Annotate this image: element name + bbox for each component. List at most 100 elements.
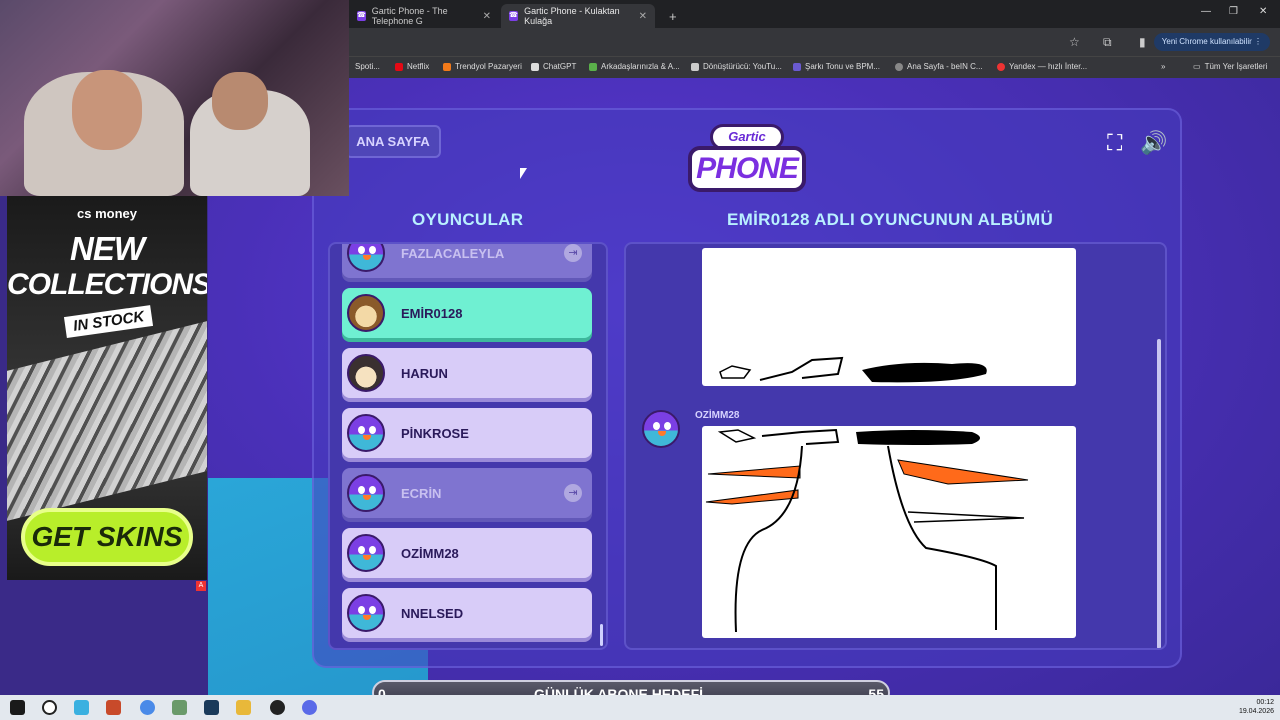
steam-icon[interactable] [204, 700, 219, 715]
album-title: EMİR0128 ADLI OYUNCUNUN ALBÜMÜ [727, 210, 1054, 229]
search-icon[interactable] [42, 700, 57, 715]
bookmark-label: Ana Sayfa - beIN C... [907, 62, 983, 71]
menu-dots-icon[interactable]: ⋮ [1254, 37, 1262, 46]
bookmark-label: Trendyol Pazaryeri [455, 62, 522, 71]
games-icon [589, 62, 597, 71]
player-row[interactable]: ECRİN ⇥ [342, 468, 592, 518]
discord-icon[interactable] [302, 700, 317, 715]
player-name: OZİMM28 [401, 545, 459, 561]
gartic-phone-logo: Gartic PHONE [688, 124, 806, 196]
get-skins-button[interactable]: GET SKINS [21, 508, 193, 566]
streamer-face [212, 72, 268, 130]
mouse-cursor-icon [520, 168, 527, 179]
chatgpt-icon [531, 62, 539, 71]
album-panel[interactable]: OZİMM28 [624, 242, 1167, 650]
bookmark-item[interactable]: Spoti... [355, 62, 380, 71]
minimize-icon[interactable]: — [1201, 6, 1211, 17]
album-author-name: OZİMM28 [695, 410, 740, 421]
restore-icon[interactable]: ❐ [1229, 6, 1238, 17]
all-bookmarks[interactable]: ▭ Tüm Yer İşaretleri [1193, 62, 1267, 71]
tab-title: Gartic Phone - The Telephone G [371, 6, 448, 26]
browser-tab-strip: ☎ Gartic Phone - The Telephone G ✕ ☎ Gar… [349, 0, 1280, 28]
windows-start-icon[interactable] [10, 700, 25, 715]
system-clock[interactable]: 00:12 19.04.2026 [1239, 698, 1274, 716]
left-game-icon: ⇥ [564, 484, 582, 502]
chevron-right-icon[interactable]: » [1161, 62, 1165, 71]
drawing-sketch [719, 356, 987, 383]
bird-avatar-icon [347, 594, 385, 632]
extensions-icon[interactable]: ⧉ [1103, 35, 1112, 50]
bookmark-label: Spoti... [355, 62, 380, 71]
players-scrollbar[interactable] [600, 624, 603, 646]
close-tab-icon[interactable]: ✕ [483, 11, 491, 22]
new-tab-button[interactable]: + [661, 4, 685, 28]
player-name: FAZLACALEYLA [401, 245, 505, 261]
drawing-sketch [705, 428, 1029, 633]
bird-avatar-icon [347, 244, 385, 272]
app-icon[interactable] [172, 700, 187, 715]
bookmark-label: ChatGPT [543, 62, 577, 71]
bookmark-item[interactable]: Şarkı Tonu ve BPM... [793, 62, 880, 71]
ad-headline-2: COLLECTIONS [7, 268, 207, 301]
ad-badge: A [196, 581, 206, 591]
player-row[interactable]: NNELSED [342, 588, 592, 638]
husky-avatar-icon [347, 354, 385, 392]
app-icon[interactable] [106, 700, 121, 715]
bookmark-item[interactable]: Ana Sayfa - beIN C... [895, 62, 983, 71]
bookmark-star-icon[interactable]: ☆ [1069, 35, 1080, 49]
bookmark-label: Arkadaşlarınızla & A... [601, 62, 680, 71]
file-explorer-icon[interactable] [236, 700, 251, 715]
dog-avatar-icon [347, 294, 385, 332]
bird-avatar-icon [347, 474, 385, 512]
windows-taskbar: 00:12 19.04.2026 [0, 695, 1280, 720]
chrome-update-label: Yeni Chrome kullanılabilir [1161, 37, 1252, 46]
close-tab-icon[interactable]: ✕ [639, 11, 647, 22]
bookmark-item[interactable]: Trendyol Pazaryeri [443, 62, 522, 71]
logo-main-text: PHONE [688, 146, 806, 192]
volume-icon[interactable]: 🔊 [1140, 130, 1167, 156]
webcam-feed [0, 0, 349, 196]
bookmark-label: Yandex — hızlı İnter... [1009, 62, 1088, 71]
tab-title: Gartic Phone - Kulaktan Kulağa [524, 6, 620, 26]
left-game-icon: ⇥ [564, 244, 582, 262]
bookmark-item[interactable]: Yandex — hızlı İnter... [997, 62, 1087, 71]
bookmark-item[interactable]: Netflix [395, 62, 429, 71]
bookmark-item[interactable]: Dönüştürücü: YouTu... [691, 62, 782, 71]
player-row-active[interactable]: EMİR0128 [342, 288, 592, 338]
player-row[interactable]: FAZLACALEYLA ⇥ [342, 244, 592, 278]
player-name: HARUN [401, 365, 448, 381]
player-row[interactable]: PİNKROSE [342, 408, 592, 458]
browser-tab-active[interactable]: ☎ Gartic Phone - Kulaktan Kulağa ✕ [501, 4, 655, 28]
home-button[interactable]: ANA SAYFA [345, 125, 441, 158]
obs-icon[interactable] [270, 700, 285, 715]
browser-tab[interactable]: ☎ Gartic Phone - The Telephone G ✕ [349, 4, 499, 28]
rifle-skin-image [7, 321, 207, 521]
album-drawing-1 [702, 248, 1076, 386]
close-window-icon[interactable]: ✕ [1259, 6, 1267, 17]
clock-time: 00:12 [1256, 699, 1274, 706]
music-key-icon [793, 62, 801, 71]
bird-avatar-icon [347, 534, 385, 572]
bookmark-item[interactable]: ChatGPT [531, 62, 576, 71]
chrome-icon[interactable] [140, 700, 155, 715]
streamer-face [72, 70, 142, 150]
fullscreen-icon[interactable]: ⛶ [1107, 130, 1122, 156]
converter-icon [691, 62, 699, 71]
bookmark-item[interactable]: Arkadaşlarınızla & A... [589, 62, 680, 71]
player-row[interactable]: OZİMM28 [342, 528, 592, 578]
browser-toolbar: ☆ ⧉ ▮ Yeni Chrome kullanılabilir ⋮ [349, 28, 1280, 56]
clock-date: 19.04.2026 [1238, 708, 1274, 715]
chrome-update-button[interactable]: Yeni Chrome kullanılabilir ⋮ [1153, 33, 1270, 51]
players-list[interactable]: FAZLACALEYLA ⇥ EMİR0128 HARUN PİNKROSE E… [328, 242, 608, 650]
profile-icon[interactable]: ▮ [1139, 35, 1146, 49]
bookmark-label: Netflix [407, 62, 430, 71]
netflix-icon [395, 62, 403, 71]
bird-avatar-icon [347, 414, 385, 452]
sponsor-ad[interactable]: cs money NEW COLLECTIONS IN STOCK GET SK… [7, 196, 207, 580]
app-icon[interactable] [74, 700, 89, 715]
gartic-favicon-icon: ☎ [357, 11, 366, 21]
players-title: OYUNCULAR [412, 210, 524, 229]
album-scrollbar[interactable] [1157, 339, 1161, 648]
player-name: EMİR0128 [401, 305, 463, 321]
player-row[interactable]: HARUN [342, 348, 592, 398]
